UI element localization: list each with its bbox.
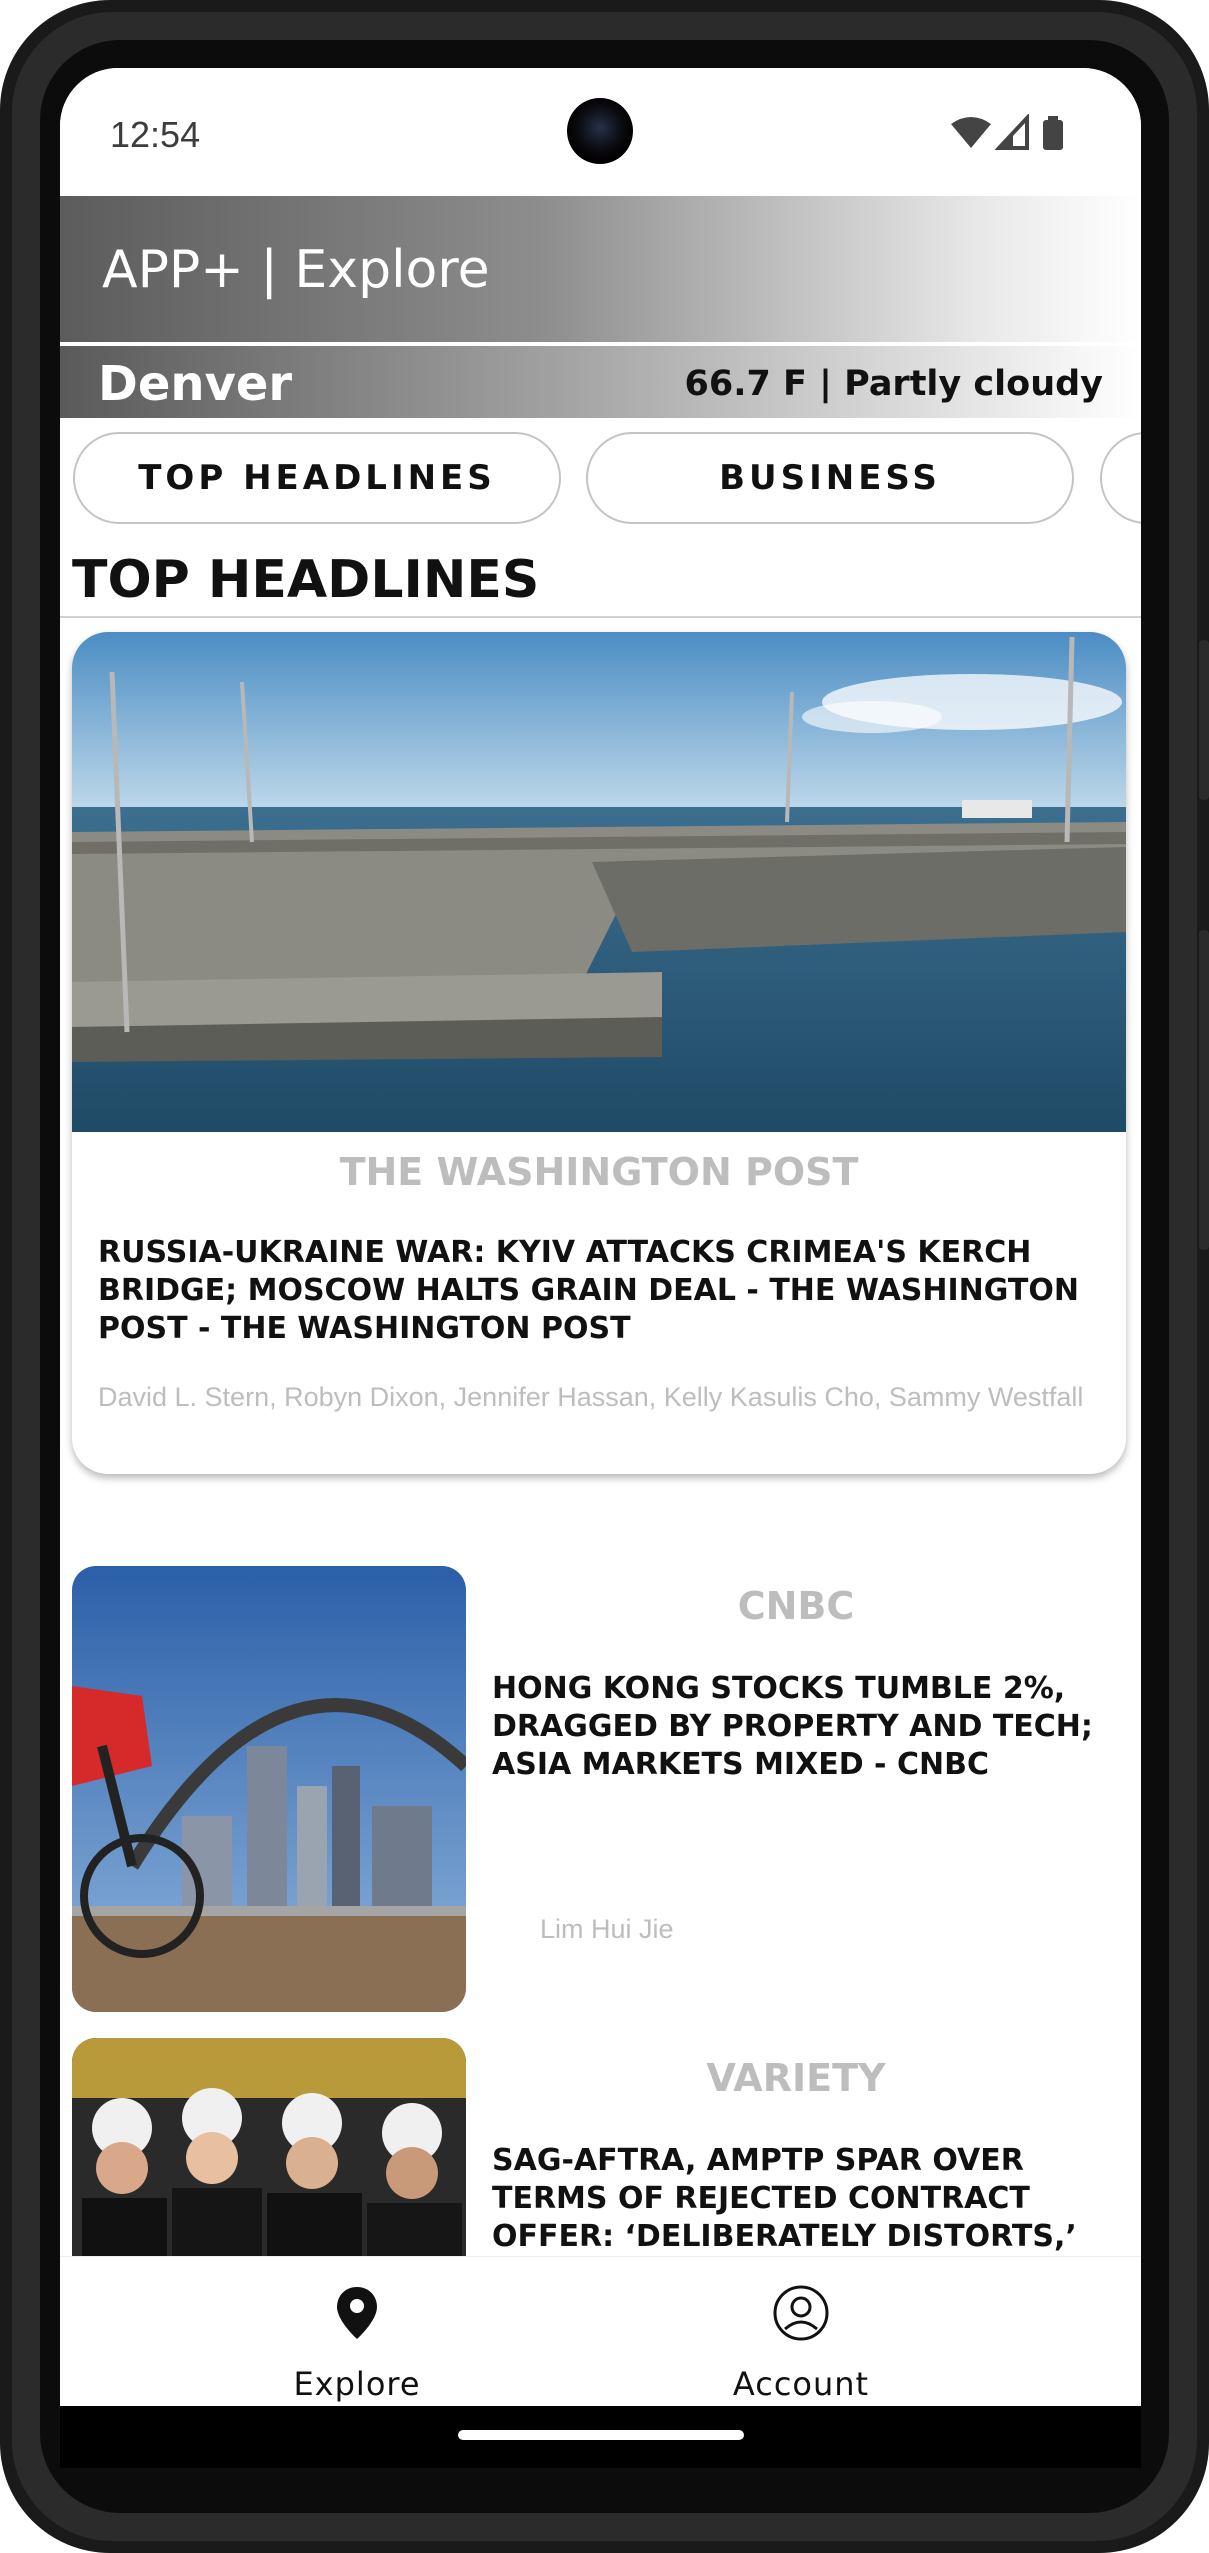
article-thumbnail xyxy=(72,1566,466,2012)
wifi-icon xyxy=(951,117,991,148)
article-source: VARIETY xyxy=(706,2056,886,2100)
nav-account-label: Account xyxy=(732,2365,870,2403)
category-chips: TOP HEADLINES BUSINESS xyxy=(60,432,1141,528)
article-author: David L. Stern, Robyn Dixon, Jennifer Ha… xyxy=(98,1382,1084,1412)
weather-city: Denver xyxy=(98,356,293,412)
chip-business[interactable]: BUSINESS xyxy=(586,432,1074,524)
chip-next[interactable] xyxy=(1100,432,1141,524)
nav-explore[interactable]: Explore xyxy=(207,2257,507,2407)
weather-bar: Denver 66.7 F | Partly cloudy xyxy=(60,346,1141,418)
power-button xyxy=(1199,640,1209,800)
article-card-featured[interactable]: THE WASHINGTON POST RUSSIA-UKRAINE WAR: … xyxy=(72,632,1126,1474)
article-headline: RUSSIA-UKRAINE WAR: KYIV ATTACKS CRIMEA'… xyxy=(98,1235,1079,1346)
nav-explore-label: Explore xyxy=(293,2365,421,2403)
chip-top-headlines[interactable]: TOP HEADLINES xyxy=(73,432,561,524)
article-source: CNBC xyxy=(737,1584,855,1628)
status-time: 12:54 xyxy=(110,114,201,155)
section-title: TOP HEADLINES xyxy=(72,550,540,610)
app-bar: APP+ | Explore xyxy=(60,196,1141,342)
weather-summary: 66.7 F | Partly cloudy xyxy=(684,364,1104,404)
article-source: THE WASHINGTON POST xyxy=(339,1150,859,1194)
article-card[interactable]: CNBC HONG KONG STOCKS TUMBLE 2%, DRAGGED… xyxy=(72,1566,1126,2016)
account-circle-icon xyxy=(773,2285,829,2341)
bottom-navigation: Explore Account xyxy=(60,2256,1141,2407)
gesture-handle[interactable] xyxy=(458,2430,744,2440)
article-image xyxy=(72,632,1126,1132)
screen: 12:54 APP+ | Explore Denver 66.7 F | Par… xyxy=(60,68,1141,2468)
nav-account[interactable]: Account xyxy=(651,2257,951,2407)
app-title: APP+ | Explore xyxy=(102,240,490,300)
volume-button xyxy=(1199,930,1209,1250)
status-bar: 12:54 xyxy=(60,68,1141,196)
phone-frame: 12:54 APP+ | Explore Denver 66.7 F | Par… xyxy=(0,0,1209,2553)
front-camera xyxy=(567,98,633,164)
battery-icon xyxy=(1043,120,1063,150)
article-headline: HONG KONG STOCKS TUMBLE 2%, DRAGGED BY P… xyxy=(492,1671,1093,1782)
location-pin-icon xyxy=(337,2287,377,2339)
status-icons xyxy=(951,114,1063,150)
article-feed[interactable]: THE WASHINGTON POST RUSSIA-UKRAINE WAR: … xyxy=(60,618,1141,2314)
article-author: Lim Hui Jie xyxy=(540,1914,674,1944)
